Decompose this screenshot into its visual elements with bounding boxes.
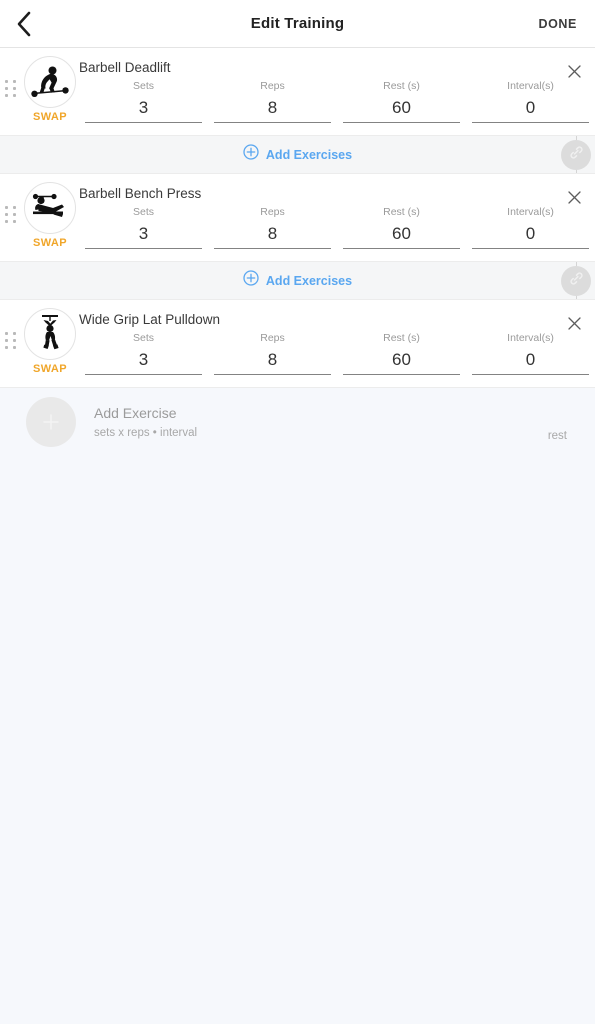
chevron-left-icon xyxy=(16,11,32,37)
interval-input[interactable]: 0 xyxy=(472,92,589,122)
reps-input[interactable]: 8 xyxy=(214,92,331,122)
field-interval: Interval(s) 0 xyxy=(466,206,595,249)
reps-label: Reps xyxy=(260,332,285,344)
sets-label: Sets xyxy=(132,206,154,218)
rest-input[interactable]: 60 xyxy=(343,92,460,122)
sets-input[interactable]: 3 xyxy=(85,344,202,374)
reps-input[interactable]: 8 xyxy=(214,218,331,248)
reps-label: Reps xyxy=(260,206,285,218)
done-button[interactable]: DONE xyxy=(538,17,577,31)
add-exercises-button[interactable]: Add Exercises xyxy=(243,270,352,291)
sets-label: Sets xyxy=(132,332,154,344)
reps-input[interactable]: 8 xyxy=(214,344,331,374)
add-exercises-divider: Add Exercises xyxy=(0,262,595,300)
field-reps: Reps 8 xyxy=(208,206,337,249)
field-underline xyxy=(472,248,589,249)
lat-pulldown-silhouette-icon xyxy=(24,308,76,360)
field-underline xyxy=(343,374,460,375)
exercise-thumbnail-swap[interactable]: SWAP xyxy=(22,56,78,123)
field-underline xyxy=(214,248,331,249)
chain-link-icon xyxy=(568,144,585,166)
field-interval: Interval(s) 0 xyxy=(466,80,595,123)
exercise-fields: Sets 3 Reps 8 Rest (s) 60 Interval(s) 0 xyxy=(79,80,595,123)
page-title: Edit Training xyxy=(250,15,345,32)
field-interval: Interval(s) 0 xyxy=(466,332,595,375)
field-reps: Reps 8 xyxy=(208,332,337,375)
exercise-name: Wide Grip Lat Pulldown xyxy=(79,312,221,327)
add-exercise-rest-label: rest xyxy=(547,430,567,442)
field-underline xyxy=(472,122,589,123)
deadlift-silhouette-icon xyxy=(24,56,76,108)
add-exercises-divider: Add Exercises xyxy=(0,136,595,174)
sets-label: Sets xyxy=(132,80,154,92)
drag-handle[interactable] xyxy=(5,80,19,100)
exercise-name: Barbell Deadlift xyxy=(79,60,171,75)
field-underline xyxy=(214,374,331,375)
exercise-fields: Sets 3 Reps 8 Rest (s) 60 Interval(s) 0 xyxy=(79,332,595,375)
reps-label: Reps xyxy=(260,80,285,92)
drag-handle[interactable] xyxy=(5,332,19,352)
swap-label: SWAP xyxy=(33,237,67,249)
superset-link-button[interactable] xyxy=(561,265,591,296)
superset-link-button[interactable] xyxy=(561,139,591,170)
interval-label: Interval(s) xyxy=(507,206,554,218)
swap-label: SWAP xyxy=(33,363,67,375)
add-exercise-title: Add Exercise xyxy=(94,405,177,421)
app-header: Edit Training DONE xyxy=(0,0,595,48)
exercise-row: SWAP Barbell Bench Press Sets 3 Reps 8 R xyxy=(0,174,595,262)
field-underline xyxy=(343,248,460,249)
exercise-name: Barbell Bench Press xyxy=(79,186,202,201)
exercise-thumbnail-swap[interactable]: SWAP xyxy=(22,308,78,375)
exercise-thumbnail-swap[interactable]: SWAP xyxy=(22,182,78,249)
edit-training-screen: Edit Training DONE SWAP Barbell Deadlift… xyxy=(0,0,595,1024)
bench-press-silhouette-icon xyxy=(24,182,76,234)
field-rest: Rest (s) 60 xyxy=(337,206,466,249)
drag-handle[interactable] xyxy=(5,206,19,226)
field-sets: Sets 3 xyxy=(79,332,208,375)
field-underline xyxy=(343,122,460,123)
circled-plus-icon xyxy=(243,144,259,165)
interval-label: Interval(s) xyxy=(507,332,554,344)
field-underline xyxy=(85,122,202,123)
interval-label: Interval(s) xyxy=(507,80,554,92)
field-sets: Sets 3 xyxy=(79,80,208,123)
swap-label: SWAP xyxy=(33,111,67,123)
add-exercises-button[interactable]: Add Exercises xyxy=(243,144,352,165)
field-rest: Rest (s) 60 xyxy=(337,80,466,123)
back-button[interactable] xyxy=(0,0,48,48)
rest-label: Rest (s) xyxy=(383,80,420,92)
plus-icon xyxy=(26,397,76,447)
circled-plus-icon xyxy=(243,270,259,291)
rest-input[interactable]: 60 xyxy=(343,344,460,374)
sets-input[interactable]: 3 xyxy=(85,92,202,122)
sets-input[interactable]: 3 xyxy=(85,218,202,248)
interval-input[interactable]: 0 xyxy=(472,218,589,248)
exercise-row: SWAP Barbell Deadlift Sets 3 Reps 8 Rest xyxy=(0,48,595,136)
chain-link-icon xyxy=(568,270,585,292)
field-reps: Reps 8 xyxy=(208,80,337,123)
field-underline xyxy=(214,122,331,123)
field-underline xyxy=(85,374,202,375)
interval-input[interactable]: 0 xyxy=(472,344,589,374)
rest-label: Rest (s) xyxy=(383,206,420,218)
add-exercise-text: Add Exercise sets x reps • interval xyxy=(94,405,197,439)
exercise-fields: Sets 3 Reps 8 Rest (s) 60 Interval(s) 0 xyxy=(79,206,595,249)
add-exercises-label: Add Exercises xyxy=(265,273,353,288)
field-rest: Rest (s) 60 xyxy=(337,332,466,375)
add-exercise-placeholder[interactable]: Add Exercise sets x reps • interval rest xyxy=(0,388,595,456)
field-underline xyxy=(472,374,589,375)
add-exercise-subtitle: sets x reps • interval xyxy=(94,427,198,439)
add-exercises-label: Add Exercises xyxy=(265,147,353,162)
field-sets: Sets 3 xyxy=(79,206,208,249)
rest-label: Rest (s) xyxy=(383,332,420,344)
exercise-row: SWAP Wide Grip Lat Pulldown Sets 3 Reps … xyxy=(0,300,595,388)
rest-input[interactable]: 60 xyxy=(343,218,460,248)
field-underline xyxy=(85,248,202,249)
